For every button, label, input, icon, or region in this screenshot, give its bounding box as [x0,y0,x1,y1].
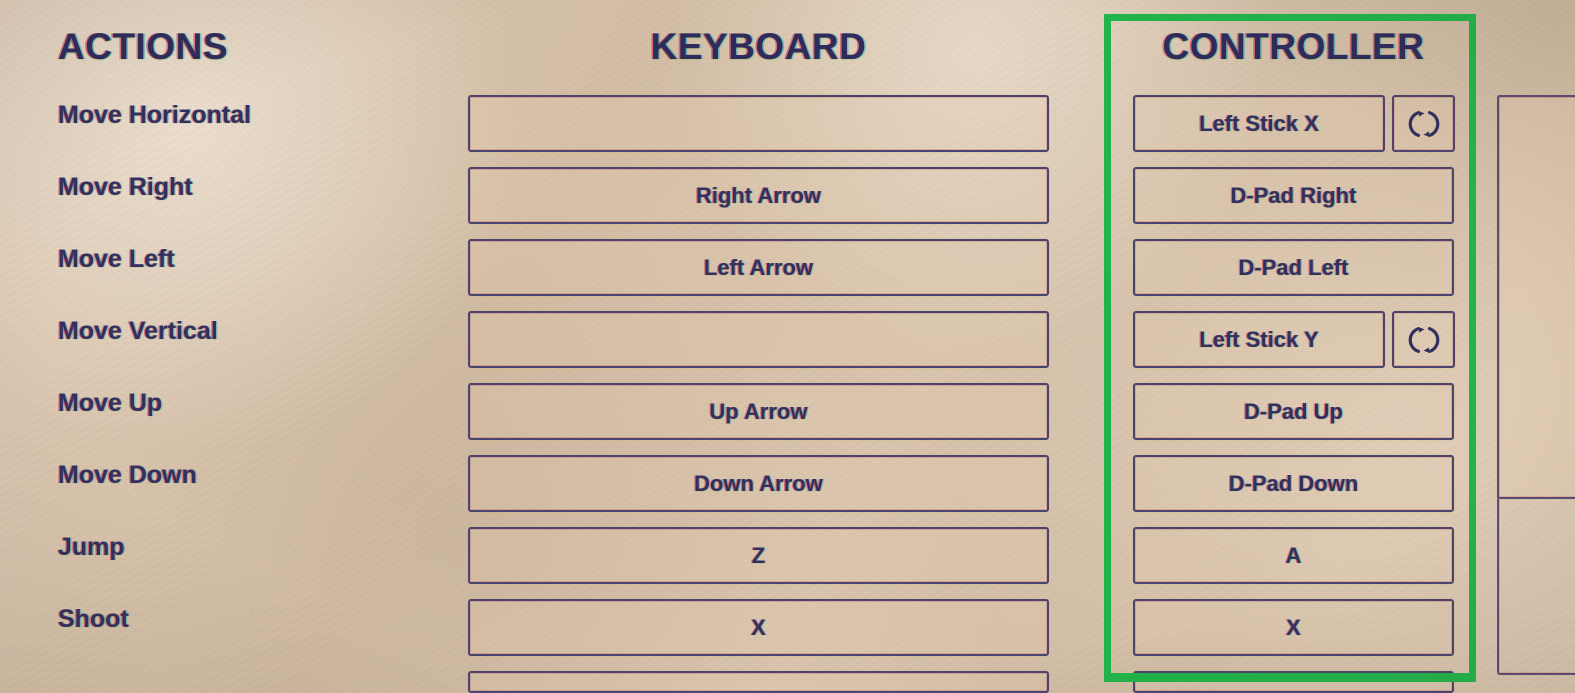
scrollbar-thumb[interactable] [1497,95,1575,499]
controller-binding-box[interactable] [1133,671,1454,693]
action-label: Move Horizontal [58,101,252,129]
controller-binding-box[interactable]: D-Pad Up [1133,383,1454,440]
controller-binding-box[interactable]: Left Stick Y [1133,311,1385,368]
keyboard-binding-box[interactable]: X [468,599,1049,656]
column-header-actions: ACTIONS [58,26,228,67]
keyboard-binding-label: Up Arrow [709,398,808,424]
invert-axis-button[interactable] [1392,95,1455,152]
column-header-keyboard: KEYBOARD [650,26,867,67]
swap-axis-icon [1408,110,1439,137]
controller-binding-box[interactable]: D-Pad Right [1133,167,1454,224]
keyboard-binding-box[interactable] [468,95,1049,152]
controller-binding-box[interactable]: D-Pad Left [1133,239,1454,296]
keyboard-binding-label: X [751,614,766,640]
input-bindings-screen: ACTIONS KEYBOARD CONTROLLER Move Horizon… [0,0,1575,693]
column-header-controller: CONTROLLER [1162,26,1425,67]
swap-axis-icon [1408,326,1439,353]
keyboard-binding-label: Down Arrow [694,470,823,496]
action-label: Move Left [58,245,175,273]
keyboard-binding-label: Right Arrow [695,182,822,208]
keyboard-binding-box[interactable]: Down Arrow [468,455,1049,512]
keyboard-binding-box[interactable]: Up Arrow [468,383,1049,440]
action-label: Move Right [58,173,193,201]
controller-binding-label: Left Stick X [1199,110,1319,136]
controller-binding-label: A [1285,542,1302,568]
controller-binding-label: D-Pad Up [1244,398,1343,424]
controller-binding-box[interactable]: Left Stick X [1133,95,1385,152]
controller-binding-box[interactable]: X [1133,599,1454,656]
keyboard-binding-box[interactable]: Right Arrow [468,167,1049,224]
controller-binding-box[interactable]: A [1133,527,1454,584]
controller-binding-label: D-Pad Left [1238,254,1349,280]
controller-binding-label: D-Pad Right [1230,182,1357,208]
keyboard-binding-label: Z [751,542,766,568]
action-label: Move Vertical [58,317,218,345]
keyboard-binding-box[interactable] [468,311,1049,368]
controller-binding-box[interactable]: D-Pad Down [1133,455,1454,512]
keyboard-binding-box[interactable]: Left Arrow [468,239,1049,296]
keyboard-binding-box[interactable]: Z [468,527,1049,584]
controller-binding-label: D-Pad Down [1228,470,1359,496]
action-label: Move Down [58,461,197,489]
controller-binding-label: X [1286,614,1301,640]
invert-axis-button[interactable] [1392,311,1455,368]
controller-binding-label: Left Stick Y [1199,326,1319,352]
action-label: Jump [58,533,125,561]
action-label: Move Up [58,389,163,417]
action-label: Shoot [58,605,129,633]
keyboard-binding-box[interactable] [468,671,1049,693]
keyboard-binding-label: Left Arrow [703,254,814,280]
